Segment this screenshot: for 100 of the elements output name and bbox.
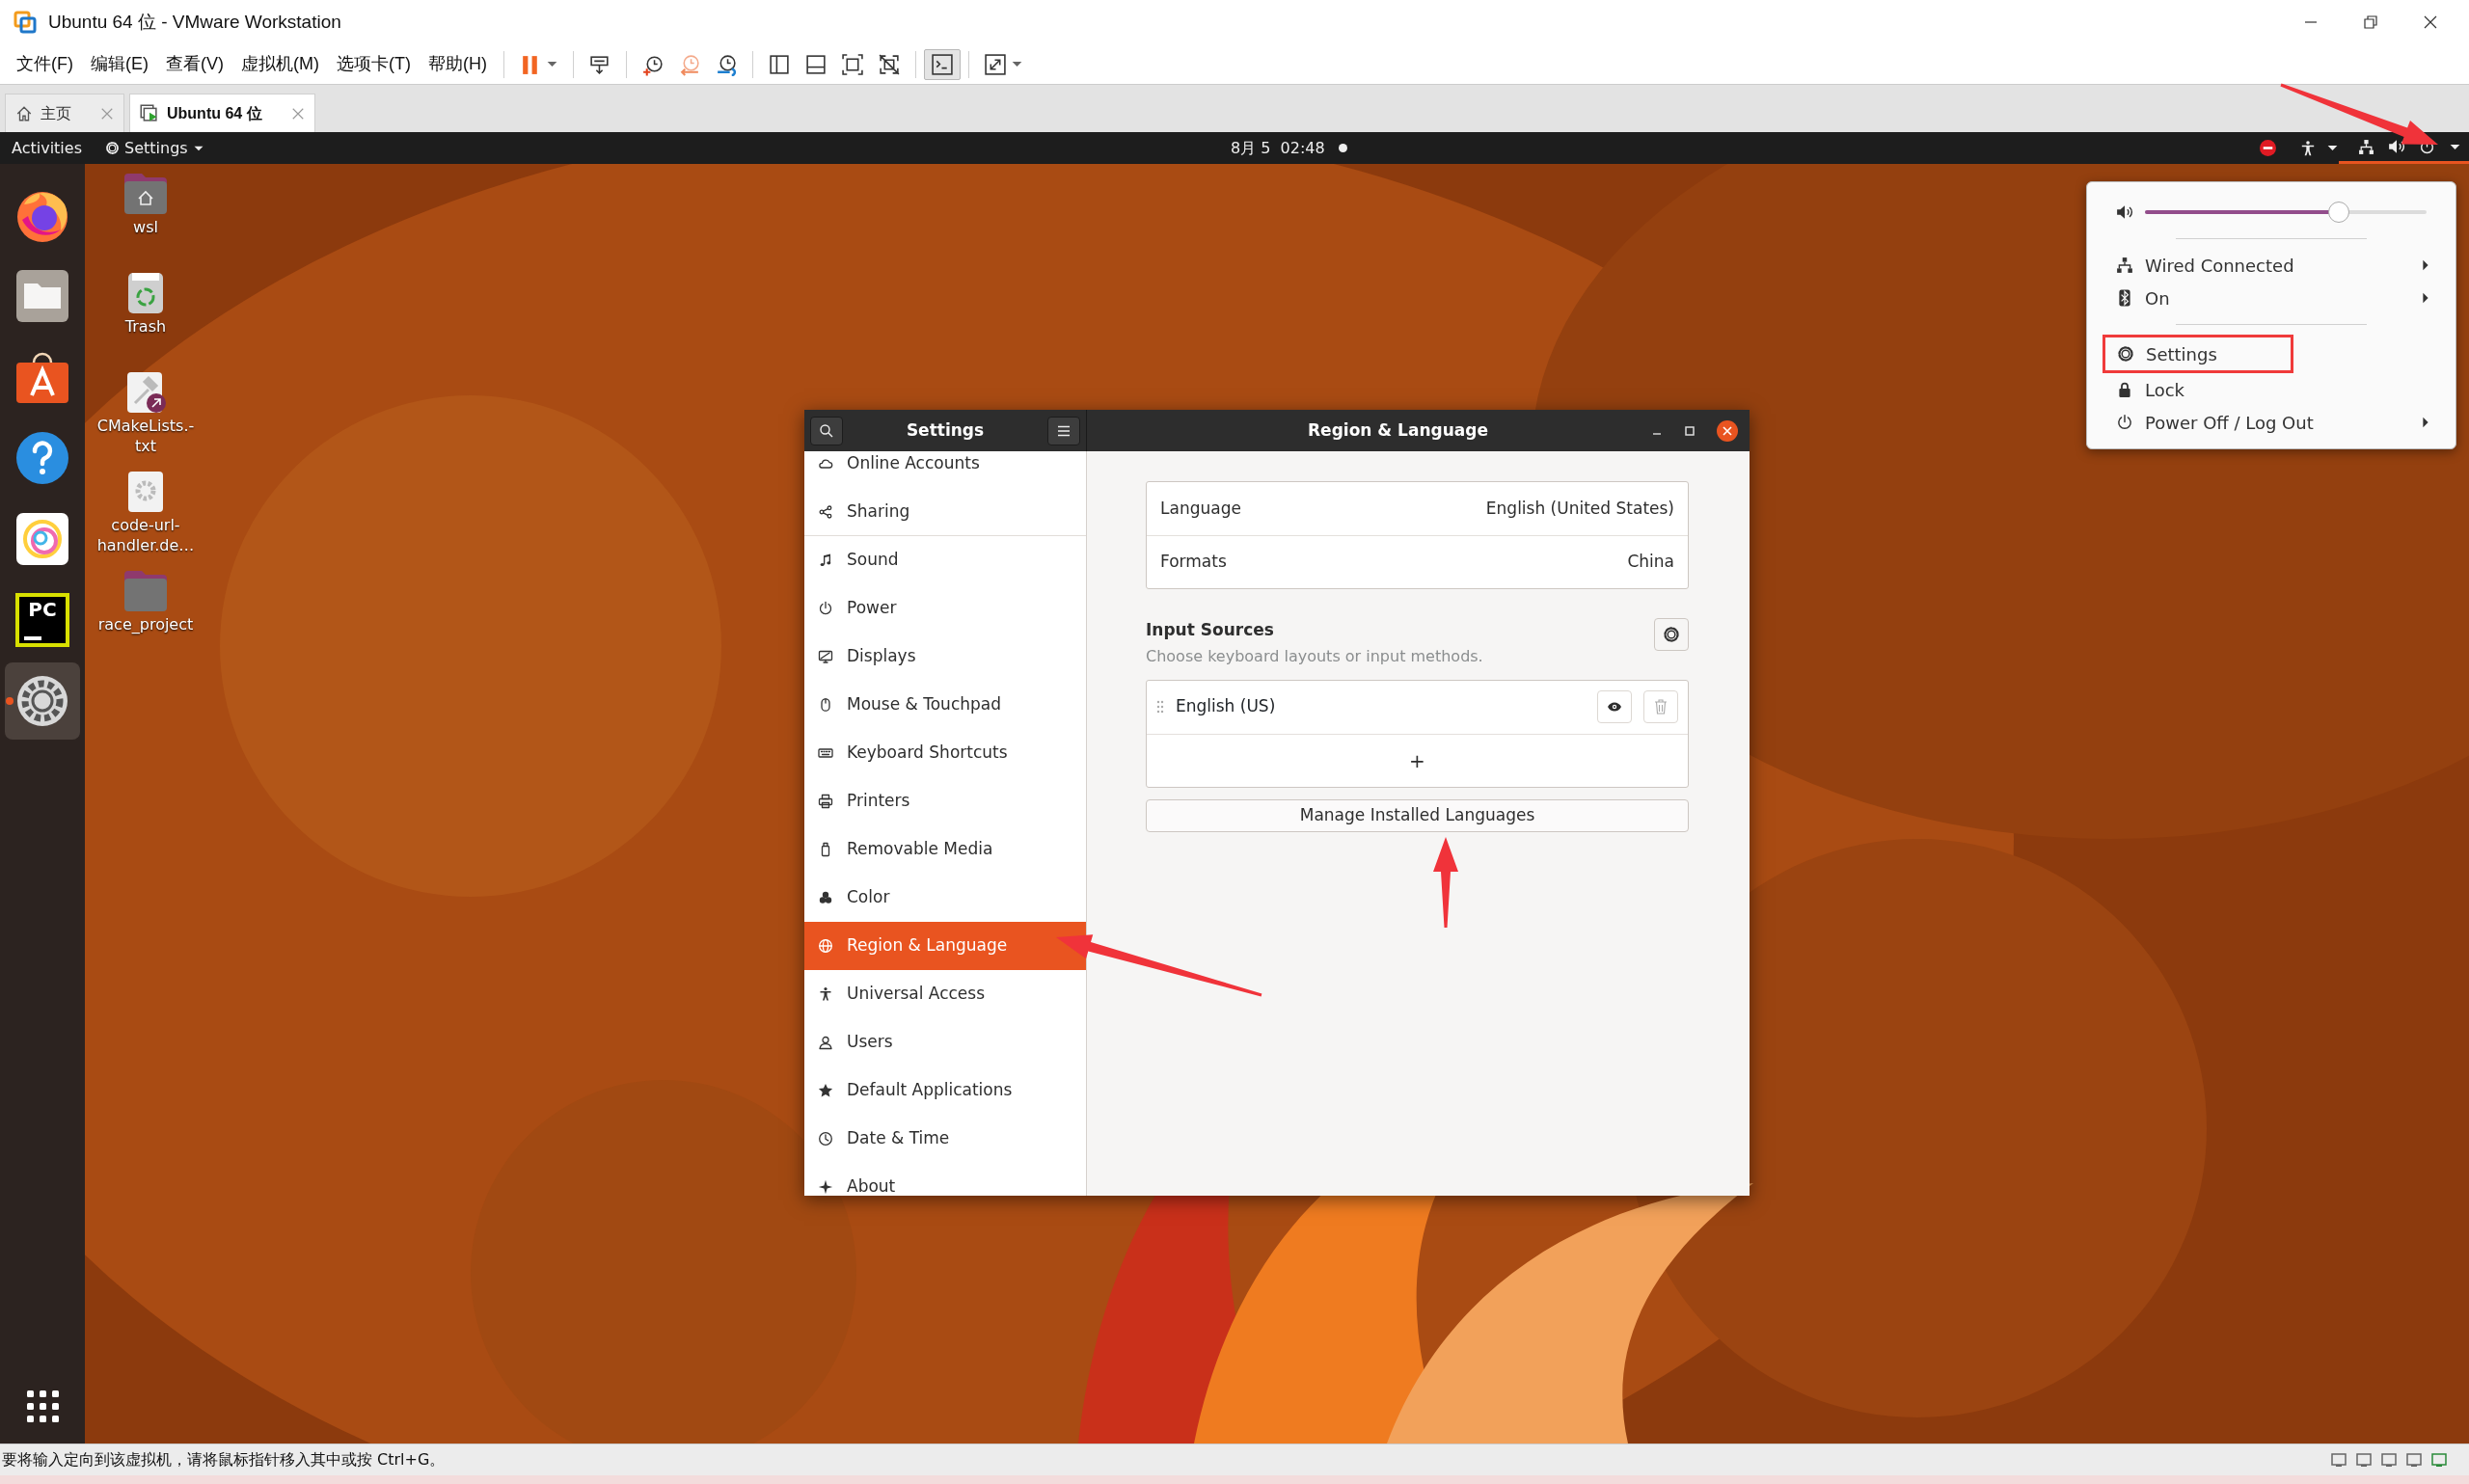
menu-item[interactable]: Wired Connected	[2087, 249, 2455, 282]
sidebar-title: Settings	[905, 418, 986, 442]
sparkle-icon	[818, 1179, 833, 1195]
preview-button[interactable]	[1597, 690, 1632, 723]
toolbar-button[interactable]	[923, 48, 961, 80]
activities-button[interactable]: Activities	[0, 136, 94, 160]
person-icon[interactable]	[2299, 139, 2317, 157]
lock-icon	[2116, 381, 2133, 398]
close-icon	[100, 106, 114, 121]
clock[interactable]: 8月 5 02:48	[1231, 136, 1325, 160]
settings-icon	[105, 141, 120, 155]
menu-item[interactable]: 编辑(E)	[82, 51, 157, 77]
bluetooth-icon	[2116, 289, 2133, 307]
globe-icon	[818, 938, 833, 954]
help-icon	[14, 430, 70, 486]
circles-icon	[818, 890, 833, 905]
menu-button[interactable]	[1047, 416, 1080, 445]
home-icon	[15, 104, 33, 122]
fullscreen-icon	[840, 52, 864, 76]
clock-icon	[818, 1131, 833, 1147]
app-menu[interactable]: Settings	[94, 136, 216, 160]
keyboard-icon	[818, 745, 833, 761]
add-button[interactable]: +	[1399, 745, 1435, 775]
close-icon	[2423, 14, 2438, 30]
menu-item[interactable]: 虚拟机(M)	[232, 51, 328, 77]
menu-item[interactable]: Lock	[2087, 373, 2455, 406]
resize-icon	[983, 52, 1007, 76]
trash-icon	[126, 271, 165, 315]
dock-item[interactable]	[5, 662, 80, 740]
drag-handle-icon[interactable]	[1156, 700, 1164, 714]
device-icon[interactable]	[2430, 1452, 2448, 1468]
settings-icon	[1663, 626, 1680, 643]
menu-item[interactable]: 文件(F)	[8, 51, 82, 77]
home-folder-icon	[122, 172, 169, 216]
pycharm-logo: PC	[15, 593, 69, 647]
manage-languages-button[interactable]: Manage Installed Languages	[1146, 798, 1689, 832]
printer-icon	[818, 794, 833, 809]
dock-item[interactable]: PC	[5, 581, 80, 659]
settings-row[interactable]: Formats China	[1147, 535, 1688, 588]
device-icon[interactable]	[2355, 1452, 2373, 1468]
do-not-disturb-icon[interactable]	[2260, 140, 2276, 156]
eye-icon	[1607, 701, 1622, 713]
console-icon	[930, 52, 954, 76]
menu-icon	[1057, 424, 1071, 437]
close-icon[interactable]	[1717, 419, 1738, 442]
app-grid-icon[interactable]	[26, 1390, 59, 1422]
swirl-icon	[14, 511, 70, 567]
gear-file-icon	[126, 470, 165, 514]
person-icon	[818, 986, 833, 1002]
device-icon[interactable]	[2380, 1452, 2398, 1468]
search-button[interactable]	[810, 416, 843, 445]
tab[interactable]: 主页	[5, 94, 124, 132]
desktop-icon-label[interactable]: race_project	[92, 615, 200, 635]
restore-icon	[2363, 14, 2378, 30]
vm-icon	[140, 103, 159, 123]
power-icon	[2116, 414, 2133, 431]
settings-row[interactable]: Language English (United States)	[1147, 482, 1688, 535]
desktop-icon-label[interactable]: CMakeLists.-txt	[92, 417, 200, 457]
desktop-icon-label[interactable]: wsl	[92, 218, 200, 238]
mouse-icon	[818, 697, 833, 713]
menu-item[interactable]: Power Off / Log Out	[2087, 406, 2455, 439]
volume-icon	[2388, 138, 2405, 155]
menu-item[interactable]: 帮助(H)	[419, 51, 496, 77]
trash-icon	[1654, 699, 1668, 715]
volume-slider[interactable]	[2145, 202, 2427, 223]
device-icon[interactable]	[2330, 1452, 2347, 1468]
sidebar-layout-icon	[767, 52, 791, 76]
sidebar-item[interactable]: Region & Language	[804, 922, 1086, 970]
device-icon[interactable]	[2405, 1452, 2423, 1468]
folder-icon	[14, 268, 70, 324]
settings-icon	[14, 673, 70, 729]
section-title: Input Sources	[1146, 619, 1275, 641]
menu-item[interactable]: 选项卡(T)	[327, 51, 420, 77]
unity-off-icon	[877, 52, 901, 76]
app-logo-icon	[14, 11, 37, 34]
input-source-name: English (US)	[1176, 695, 1277, 718]
window-title: Region & Language	[1307, 418, 1489, 442]
maximize-icon[interactable]	[1684, 424, 1696, 437]
star-icon	[818, 1083, 833, 1098]
menu-item[interactable]: Settings	[2103, 335, 2293, 373]
monitor-icon	[818, 649, 833, 664]
share-icon	[818, 503, 833, 520]
search-icon	[819, 422, 834, 439]
status-message: 要将输入定向到该虚拟机，请将鼠标指针移入其中或按 Ctrl+G。	[2, 1449, 446, 1471]
desktop-icon-label[interactable]: Trash	[92, 317, 200, 337]
music-note-icon	[818, 553, 833, 568]
menu-item[interactable]: 查看(V)	[157, 51, 232, 77]
slider-thumb[interactable]	[2328, 202, 2350, 223]
menu-item[interactable]: On	[2087, 282, 2455, 314]
bottom-panel-icon	[803, 52, 828, 76]
tab[interactable]: Ubuntu 64 位	[129, 94, 315, 132]
settings-icon	[2117, 345, 2134, 363]
window-title: Ubuntu 64 位 - VMware Workstation	[48, 10, 341, 34]
running-indicator	[6, 697, 14, 705]
volume-icon	[2116, 203, 2133, 221]
desktop-icon-label[interactable]: code-url-handler.de…	[92, 516, 200, 556]
power-icon	[818, 601, 833, 616]
options-button[interactable]	[1654, 618, 1689, 651]
section-subtitle: Choose keyboard layouts or input methods.	[1146, 645, 1483, 667]
network-icon	[2358, 138, 2374, 155]
